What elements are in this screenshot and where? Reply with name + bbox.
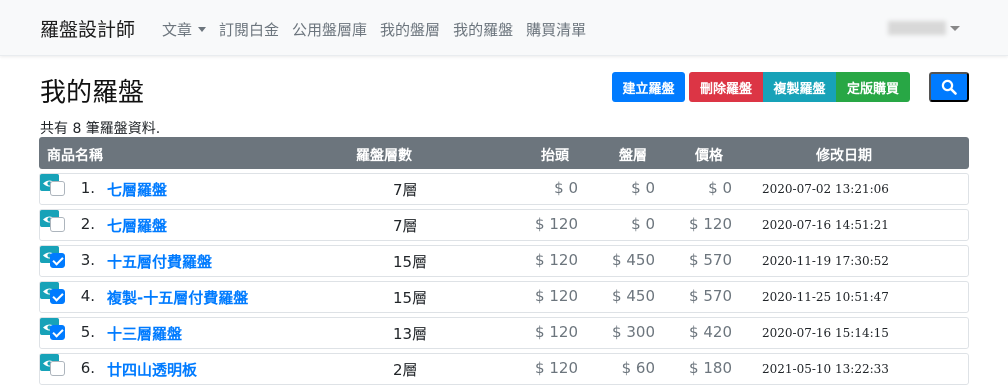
- nav-item-my-compasses[interactable]: 我的羅盤: [453, 19, 513, 40]
- table-row: 4. 複製-十五層付費羅盤 15層 $ 120 $ 450 $ 570 2020…: [39, 281, 969, 313]
- nav-item-purchase-list[interactable]: 購買清單: [526, 19, 586, 40]
- nav-item-label: 購買清單: [526, 21, 587, 39]
- search-button[interactable]: [929, 72, 969, 102]
- modified-date: 2020-11-25 10:51:47: [762, 290, 889, 304]
- total-price: $ 0: [708, 179, 732, 197]
- tray-price: $ 450: [612, 251, 655, 269]
- copy-compass-button[interactable]: 複製羅盤: [763, 72, 836, 102]
- compass-name-link[interactable]: 複製-十五層付費羅盤: [107, 287, 248, 308]
- page-title: 我的羅盤: [40, 78, 145, 108]
- lift-price: $ 120: [535, 251, 578, 269]
- lift-price: $ 120: [535, 215, 578, 233]
- lift-price: $ 120: [535, 359, 578, 377]
- column-header-price: 價格: [695, 148, 723, 164]
- nav-menu: 文章 訂閱白金 公用盤層庫 我的盤層 我的羅盤 購買清單: [162, 19, 599, 40]
- nav-item-label: 我的羅盤: [453, 21, 514, 39]
- row-checkbox[interactable]: [50, 361, 65, 376]
- table-row: 5. 十三層羅盤 13層 $ 120 $ 300 $ 420 2020-07-1…: [39, 317, 969, 349]
- layer-count: 2層: [393, 361, 418, 379]
- modified-date: 2020-07-02 13:21:06: [762, 182, 889, 196]
- modified-date: 2020-07-16 14:51:21: [762, 218, 889, 232]
- nav-item-articles[interactable]: 文章: [162, 19, 207, 40]
- user-menu-caret-icon[interactable]: [950, 26, 960, 31]
- tray-price: $ 0: [631, 179, 655, 197]
- row-index: 4.: [80, 287, 95, 305]
- row-index: 2.: [80, 215, 95, 233]
- nav-item-my-layers[interactable]: 我的盤層: [380, 19, 440, 40]
- nav-item-subscribe-platinum[interactable]: 訂閱白金: [219, 19, 279, 40]
- modified-date: 2021-05-10 13:22:33: [762, 362, 889, 376]
- record-count: 共有 8 筆羅盤資料.: [40, 121, 161, 137]
- row-index: 6.: [80, 359, 95, 377]
- create-compass-button[interactable]: 建立羅盤: [612, 72, 685, 102]
- total-price: $ 180: [689, 359, 732, 377]
- table-row: 1. 七層羅盤 7層 $ 0 $ 0 $ 0 2020-07-02 13:21:…: [39, 173, 969, 205]
- brand-logo[interactable]: 羅盤設計師: [40, 15, 135, 42]
- action-button-group: 建立羅盤 刪除羅盤 複製羅盤 定版購買: [612, 72, 910, 102]
- modified-date: 2020-07-16 15:14:15: [762, 326, 889, 340]
- nav-item-public-layer-library[interactable]: 公用盤層庫: [292, 19, 367, 40]
- nav-item-label: 公用盤層庫: [292, 21, 368, 39]
- compass-list: 1. 七層羅盤 7層 $ 0 $ 0 $ 0 2020-07-02 13:21:…: [39, 173, 969, 388]
- lift-price: $ 120: [535, 323, 578, 341]
- layer-count: 13層: [393, 325, 428, 343]
- top-navbar: 羅盤設計師 文章 訂閱白金 公用盤層庫 我的盤層 我的羅盤 購買清單: [0, 0, 1008, 56]
- column-header-layers: 羅盤層數: [356, 148, 412, 164]
- row-checkbox[interactable]: [50, 217, 65, 232]
- column-header-modified-date: 修改日期: [816, 148, 872, 164]
- tray-price: $ 450: [612, 287, 655, 305]
- column-header-lift: 抬頭: [541, 148, 569, 164]
- layer-count: 7層: [393, 217, 418, 235]
- nav-item-label: 文章: [162, 21, 193, 39]
- compass-name-link[interactable]: 七層羅盤: [107, 215, 167, 236]
- row-checkbox[interactable]: [50, 289, 65, 304]
- row-index: 1.: [80, 179, 95, 197]
- delete-compass-button[interactable]: 刪除羅盤: [689, 72, 763, 102]
- modified-date: 2020-11-19 17:30:52: [762, 254, 889, 268]
- total-price: $ 570: [689, 287, 732, 305]
- compass-name-link[interactable]: 七層羅盤: [107, 179, 167, 200]
- compass-name-link[interactable]: 十三層羅盤: [107, 323, 182, 344]
- row-index: 3.: [80, 251, 95, 269]
- table-row: 3. 十五層付費羅盤 15層 $ 120 $ 450 $ 570 2020-11…: [39, 245, 969, 277]
- total-price: $ 420: [689, 323, 732, 341]
- compass-name-link[interactable]: 廿四山透明板: [107, 359, 197, 380]
- row-checkbox[interactable]: [50, 253, 65, 268]
- total-price: $ 120: [689, 215, 732, 233]
- table-header: 商品名稱 羅盤層數 抬頭 盤層 價格 修改日期: [39, 137, 969, 169]
- layer-count: 15層: [393, 253, 428, 271]
- column-header-name: 商品名稱: [47, 148, 103, 164]
- row-checkbox[interactable]: [50, 325, 65, 340]
- tray-price: $ 0: [631, 215, 655, 233]
- nav-item-label: 我的盤層: [380, 21, 441, 39]
- row-checkbox[interactable]: [50, 181, 65, 196]
- tray-price: $ 300: [612, 323, 655, 341]
- table-row: 2. 七層羅盤 7層 $ 120 $ 0 $ 120 2020-07-16 14…: [39, 209, 969, 241]
- total-price: $ 570: [689, 251, 732, 269]
- user-name-blurred[interactable]: [888, 21, 946, 35]
- row-index: 5.: [80, 323, 95, 341]
- lift-price: $ 0: [554, 179, 578, 197]
- table-row: 6. 廿四山透明板 2層 $ 120 $ 60 $ 180 2021-05-10…: [39, 353, 969, 385]
- lift-price: $ 120: [535, 287, 578, 305]
- search-icon: [941, 79, 957, 95]
- caret-down-icon: [198, 27, 207, 32]
- layer-count: 15層: [393, 289, 428, 307]
- tray-price: $ 60: [621, 359, 655, 377]
- compass-name-link[interactable]: 十五層付費羅盤: [107, 251, 212, 272]
- nav-item-label: 訂閱白金: [219, 21, 280, 39]
- column-header-tray: 盤層: [619, 148, 647, 164]
- finalize-purchase-button[interactable]: 定版購買: [836, 72, 910, 102]
- layer-count: 7層: [393, 181, 418, 199]
